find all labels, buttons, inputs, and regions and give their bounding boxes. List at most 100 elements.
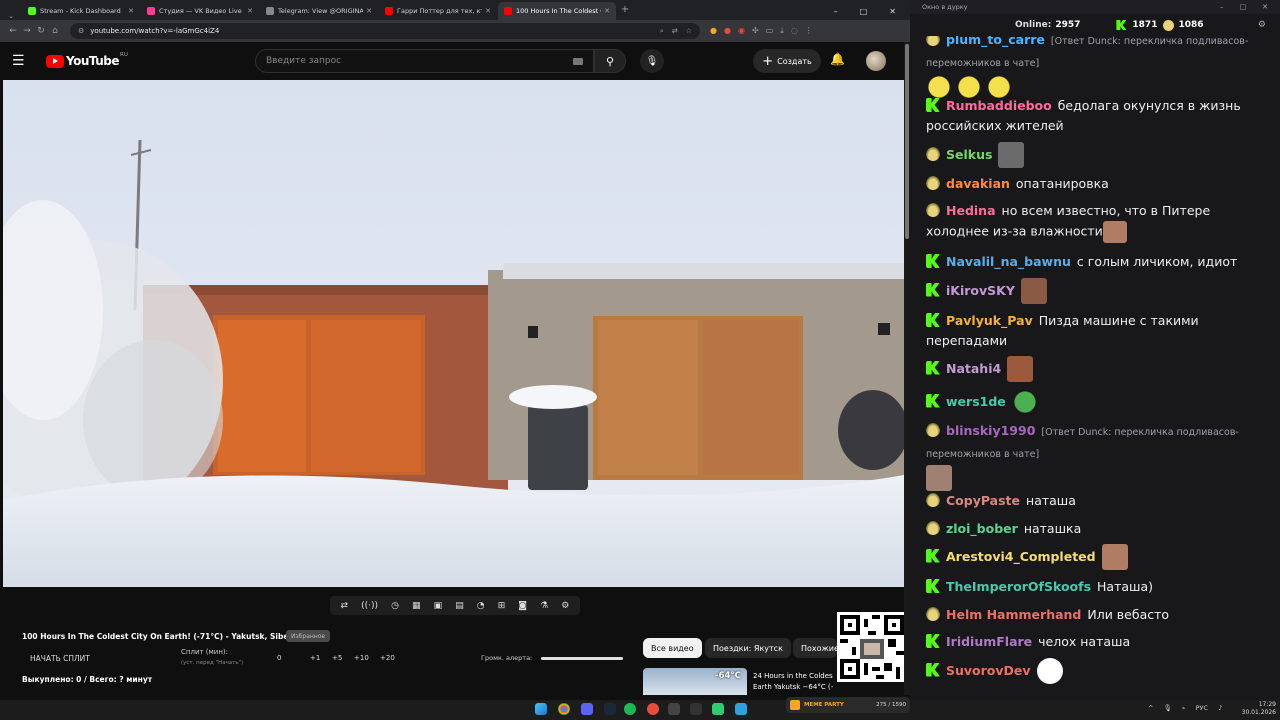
zoom-icon[interactable]: ⌕ (660, 27, 664, 36)
network-icon[interactable]: ⌁ (1182, 704, 1186, 712)
favorite-button[interactable]: Избранное (286, 630, 331, 642)
reload-icon[interactable]: ↻ (34, 26, 48, 36)
clapper-icon[interactable]: ▦ (412, 601, 421, 611)
youtube-logo[interactable]: YouTube RU (46, 52, 128, 68)
meme-party-popup[interactable]: MEME PARTY 275 / 1590 (786, 697, 910, 713)
close-icon[interactable]: ✕ (366, 7, 372, 15)
discord-icon[interactable] (581, 703, 593, 715)
menu-icon[interactable]: ☰ (12, 53, 38, 69)
split-add-20-button[interactable]: +20 (380, 654, 395, 662)
close-icon[interactable]: ✕ (604, 7, 610, 15)
chip-yakutsk-trips[interactable]: Поездки: Якутск (705, 638, 791, 658)
steam-icon[interactable] (604, 703, 616, 715)
chat-username[interactable]: Hedina (946, 203, 996, 218)
tab-vk[interactable]: Студия — VK Видео Live ✕ (141, 2, 259, 20)
back-icon[interactable]: ← (6, 26, 20, 36)
tab-telegram[interactable]: Telegram: View @ORIGINALDA✕ (260, 2, 378, 20)
close-window-button[interactable]: ✕ (1262, 3, 1268, 11)
chip-all-videos[interactable]: Все видео (643, 638, 702, 658)
chat-username[interactable]: plum_to_carre (946, 36, 1045, 47)
split-value-0[interactable]: 0 (277, 654, 281, 662)
extensions-puzzle-icon[interactable]: ✣ (752, 26, 759, 36)
spotify-icon[interactable] (624, 703, 636, 715)
tab-kick[interactable]: Stream - Kick Dashboard ✕ (22, 2, 140, 20)
close-icon[interactable]: ✕ (485, 7, 491, 15)
flask-icon[interactable]: ⚗ (540, 601, 548, 611)
chat-username[interactable]: wers1de (946, 394, 1006, 409)
chat-username[interactable]: TheImperorOfSkoofs (946, 579, 1091, 594)
video-player[interactable] (3, 80, 904, 587)
chat-username[interactable]: Natahi4 (946, 361, 1001, 376)
avatar[interactable] (866, 51, 886, 71)
chat-username[interactable]: davakian (946, 176, 1010, 191)
extension-icon[interactable]: ● (724, 26, 731, 36)
maximize-button[interactable]: □ (860, 7, 868, 16)
bookmark-star-icon[interactable]: ☆ (686, 27, 692, 36)
chrome-icon[interactable] (558, 703, 570, 715)
download-icon[interactable]: ⤓ (780, 26, 784, 36)
mic-icon[interactable]: 🎙 (1163, 704, 1171, 712)
site-info-icon[interactable]: ⚙ (78, 27, 84, 35)
search-input[interactable]: Введите запрос (255, 49, 594, 73)
menu-dots-icon[interactable]: ⋮ (805, 26, 813, 36)
extension-icon[interactable]: ● (710, 26, 717, 36)
close-icon[interactable]: ✕ (247, 7, 253, 15)
start-icon[interactable] (535, 703, 547, 715)
close-window-button[interactable]: ✕ (889, 7, 896, 16)
telegram-icon[interactable] (735, 703, 747, 715)
voice-search-button[interactable]: 🎙 (640, 49, 664, 73)
chevron-up-icon[interactable]: ^ (1148, 704, 1153, 712)
loop-icon[interactable]: ⇄ (341, 601, 349, 611)
notifications-bell-icon[interactable]: 🔔 (830, 52, 845, 66)
add-frame-icon[interactable]: ⊞ (498, 601, 506, 611)
app-icon[interactable] (647, 703, 659, 715)
scrollbar-thumb[interactable] (905, 44, 909, 239)
split-add-10-button[interactable]: +10 (354, 654, 369, 662)
tab-youtube-active[interactable]: 100 Hours In The Coldest C ✕ (498, 2, 616, 20)
forward-icon[interactable]: → (20, 26, 34, 36)
chat-username[interactable]: Helm Hammerhand (946, 607, 1081, 622)
chat-username[interactable]: zloi_bober (946, 521, 1018, 536)
split-add-5-button[interactable]: +5 (332, 654, 342, 662)
app-icon[interactable] (712, 703, 724, 715)
watch-later-icon[interactable]: ◷ (391, 601, 399, 611)
start-split-button[interactable]: НАЧАТЬ СПЛИТ (30, 654, 90, 663)
chip-similar[interactable]: Похожие (793, 638, 837, 658)
minimize-button[interactable]: – (834, 7, 838, 16)
recommended-video[interactable]: -64°C 24 Hours in the Coldest Earth Yakut… (643, 668, 833, 695)
media-icon[interactable] (690, 703, 702, 715)
profile-icon[interactable]: ◌ (791, 26, 798, 36)
chat-username[interactable]: blinskiy1990 (946, 423, 1035, 438)
translate-icon[interactable]: ⇄ (672, 27, 678, 36)
settings-icon[interactable]: ⚙ (1258, 20, 1266, 30)
chat-username[interactable]: IridiumFlare (946, 634, 1032, 649)
tab-search-icon[interactable]: ⌄ (0, 12, 22, 20)
split-add-1-button[interactable]: +1 (310, 654, 320, 662)
keyboard-icon[interactable] (573, 57, 583, 65)
home-icon[interactable]: ⌂ (48, 26, 62, 36)
close-icon[interactable]: ✕ (128, 7, 134, 15)
new-tab-button[interactable]: + (617, 2, 633, 20)
extension-icon[interactable]: ◉ (738, 26, 745, 36)
app-icon[interactable] (668, 703, 680, 715)
sidebar-icon[interactable]: ▭ (766, 26, 774, 36)
speaker-icon[interactable]: ♪ (1218, 704, 1222, 712)
chat-username[interactable]: Selkus (946, 147, 992, 162)
create-button[interactable]: + Создать (753, 49, 821, 73)
alert-volume-slider[interactable] (541, 657, 623, 660)
clock[interactable]: 17:29 30.01.2026 (1240, 701, 1276, 717)
chat-username[interactable]: Rumbaddieboo (946, 98, 1052, 113)
tab-youtube-harry[interactable]: Гарри Поттер для тех, кто вы✕ (379, 2, 497, 20)
broadcast-icon[interactable]: ((·)) (361, 601, 378, 611)
maximize-button[interactable]: □ (1240, 3, 1247, 11)
chat-username[interactable]: CopyPaste (946, 493, 1020, 508)
search-button[interactable]: ⚲ (594, 49, 626, 73)
minimize-button[interactable]: – (1220, 3, 1224, 11)
chat-username[interactable]: iKirovSKY (946, 283, 1015, 298)
address-bar[interactable]: ⚙ youtube.com/watch?v=-laGmGc4iZ4 ⌕ ⇄ ☆ (70, 23, 700, 39)
speed-icon[interactable]: ◔ (477, 601, 485, 611)
chat-username[interactable]: Arestovi4_Completed (946, 549, 1096, 564)
filmstrip-icon[interactable]: ▤ (455, 601, 464, 611)
settings-gear-icon[interactable]: ⚙ (561, 601, 569, 611)
pip-icon[interactable]: ▣ (434, 601, 443, 611)
